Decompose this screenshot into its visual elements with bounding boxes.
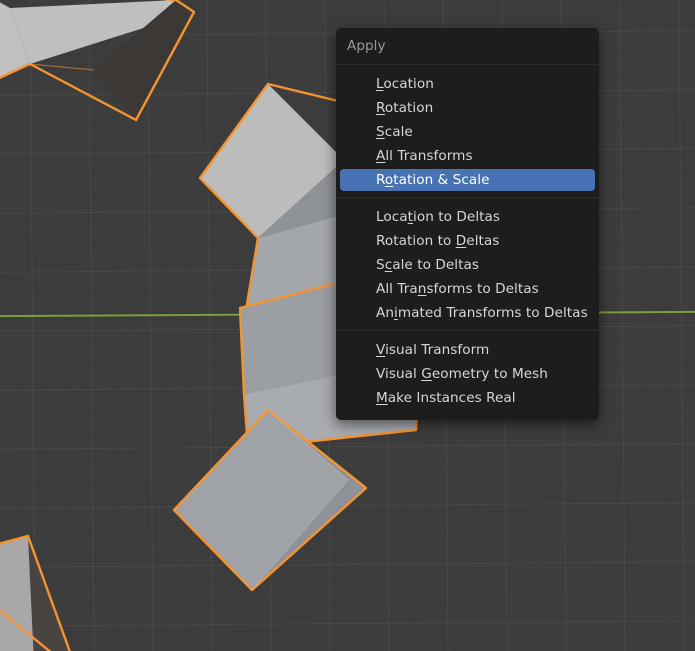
menu-item-animated-transforms-to-deltas[interactable]: Animated Transforms to Deltas [340,302,595,324]
blender-window: Apply Location Rotation Scale All Transform… [0,0,695,651]
mnemonic-letter: A [376,148,386,164]
menu-group: Visual Transform Visual Geometry to Mesh M… [336,331,599,409]
menu-item-scale[interactable]: Scale [340,121,595,143]
mnemonic-letter: n [417,281,427,297]
mnemonic-letter: c [384,257,393,273]
menu-item-all-transforms-to-deltas[interactable]: All Transforms to Deltas [340,278,595,300]
mnemonic-letter: S [376,124,385,140]
menu-item-scale-to-deltas[interactable]: Scale to Deltas [340,254,595,276]
menu-item-rotation-scale[interactable]: Rotation & Scale [340,169,595,191]
mnemonic-letter: o [384,172,394,188]
menu-item-location[interactable]: Location [340,73,595,95]
menu-item-make-instances-real[interactable]: Make Instances Real [340,387,595,409]
menu-title: Apply [336,28,599,65]
menu-item-rotation[interactable]: Rotation [340,97,595,119]
mnemonic-letter: V [376,342,386,358]
apply-context-menu[interactable]: Apply Location Rotation Scale All Transform… [336,28,599,420]
mnemonic-letter: R [376,100,385,116]
menu-group: Location Rotation Scale All Transforms Rotat… [336,65,599,191]
mnemonic-letter: L [376,76,384,92]
cube-bottom-center[interactable] [168,404,378,599]
menu-item-visual-transform[interactable]: Visual Transform [340,339,595,361]
menu-group: Location to Deltas Rotation to Deltas Scal… [336,198,599,324]
mnemonic-letter: i [394,305,398,321]
cube-bottom-left[interactable] [0,528,148,651]
mnemonic-letter: M [376,390,388,406]
menu-item-all-transforms[interactable]: All Transforms [340,145,595,167]
mnemonic-letter: G [421,366,432,382]
menu-item-location-to-deltas[interactable]: Location to Deltas [340,206,595,228]
cube-top-left[interactable] [0,0,208,128]
mnemonic-letter: t [407,209,414,225]
face-left [174,410,348,590]
mnemonic-letter: D [455,233,467,249]
menu-item-visual-geometry-to-mesh[interactable]: Visual Geometry to Mesh [340,363,595,385]
menu-body: Location Rotation Scale All Transforms Rotat… [336,65,599,409]
menu-item-rotation-to-deltas[interactable]: Rotation to Deltas [340,230,595,252]
